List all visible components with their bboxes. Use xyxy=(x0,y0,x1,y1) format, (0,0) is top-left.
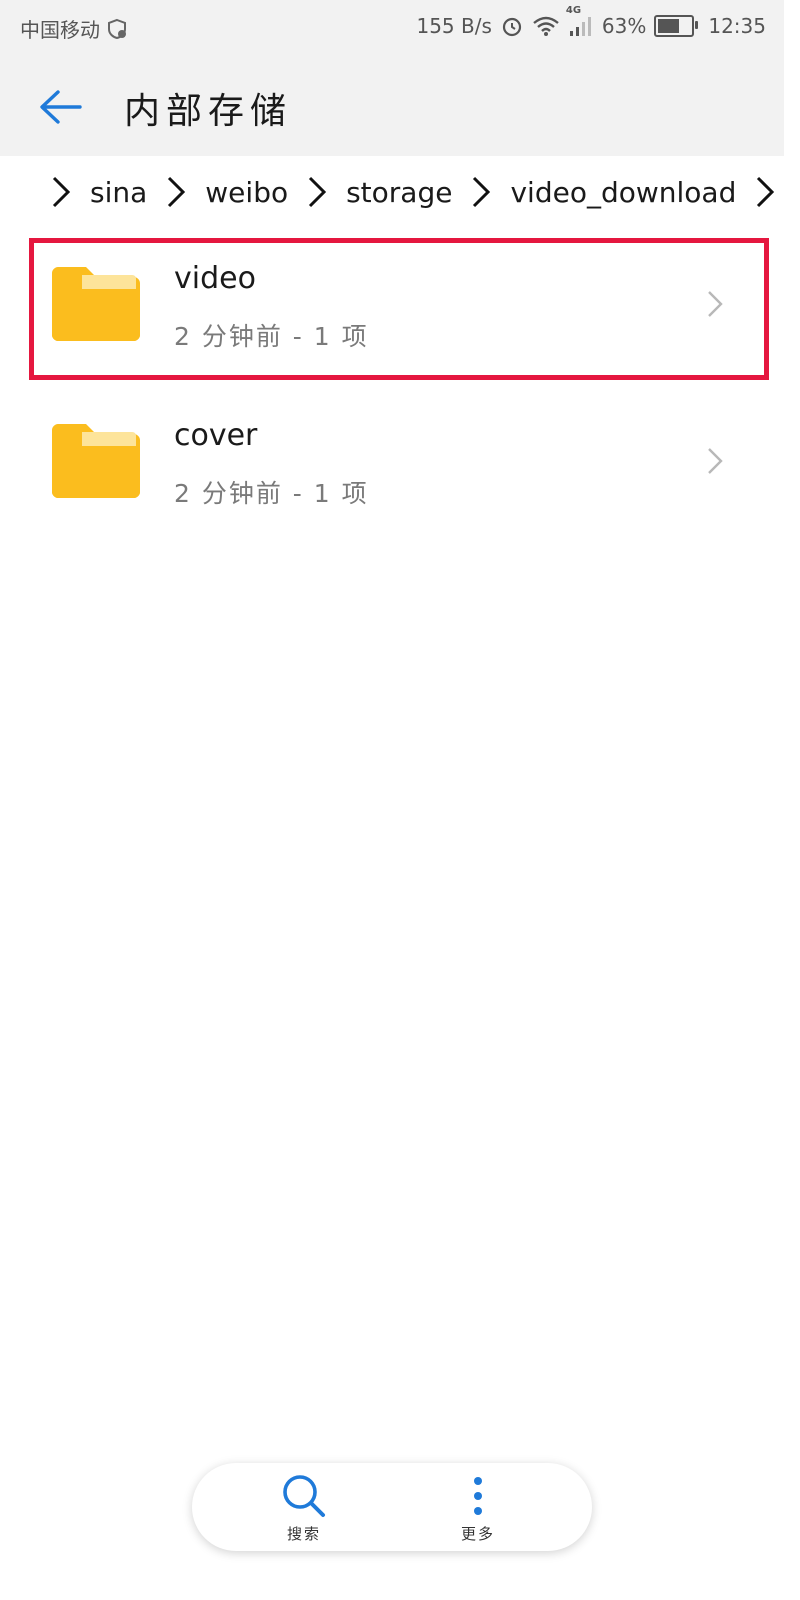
bottom-toolbar: 搜索 更多 xyxy=(192,1463,592,1551)
battery-percent: 63% xyxy=(601,14,647,38)
folder-meta: 2 分钟前 - 1 项 xyxy=(174,322,369,351)
more-vertical-icon xyxy=(474,1477,482,1515)
back-arrow-icon xyxy=(40,90,82,124)
back-button[interactable] xyxy=(36,82,86,132)
chevron-right-icon xyxy=(165,174,187,210)
clock: 12:35 xyxy=(708,14,766,38)
more-button[interactable]: 更多 xyxy=(418,1469,538,1547)
chevron-right-icon xyxy=(470,174,492,210)
net-speed: 155 B/s xyxy=(416,14,492,38)
folder-icon xyxy=(52,424,140,498)
folder-name: video xyxy=(174,261,256,296)
app-bar: 内部存储 xyxy=(0,56,784,156)
chevron-right-icon xyxy=(708,448,723,474)
signal-icon: 4G xyxy=(566,5,594,37)
chevron-right-icon xyxy=(754,174,776,210)
search-icon xyxy=(283,1475,325,1517)
breadcrumb-item-weibo[interactable]: weibo xyxy=(205,176,288,209)
more-label: 更多 xyxy=(460,1525,495,1543)
breadcrumb-item-storage[interactable]: storage xyxy=(346,176,452,209)
breadcrumb-item-sina[interactable]: sina xyxy=(90,176,147,209)
chevron-right-icon xyxy=(306,174,328,210)
folder-item-cover[interactable]: cover 2 分钟前 - 1 项 xyxy=(34,400,764,532)
carrier-name: 中国移动 xyxy=(20,18,100,42)
breadcrumb-item-video-download[interactable]: video_download xyxy=(510,176,736,209)
page-title: 内部存储 xyxy=(124,91,293,132)
folder-meta: 2 分钟前 - 1 项 xyxy=(174,479,369,508)
breadcrumb: 储 sina weibo storage video_download xyxy=(0,156,784,228)
network-type: 4G xyxy=(565,5,582,16)
folder-name: cover xyxy=(174,418,258,453)
search-label: 搜索 xyxy=(286,1525,321,1543)
alarm-icon xyxy=(500,14,524,38)
status-bar: 中国移动 155 B/s 4G 63% 12:35 xyxy=(0,0,784,56)
battery-icon xyxy=(654,15,699,37)
folder-icon xyxy=(52,267,140,341)
chevron-right-icon xyxy=(708,291,723,317)
folder-item-video[interactable]: video 2 分钟前 - 1 项 xyxy=(29,238,769,380)
chevron-right-icon xyxy=(50,174,72,210)
shield-icon xyxy=(106,18,128,40)
wifi-icon xyxy=(532,15,560,37)
search-button[interactable]: 搜索 xyxy=(244,1469,364,1547)
